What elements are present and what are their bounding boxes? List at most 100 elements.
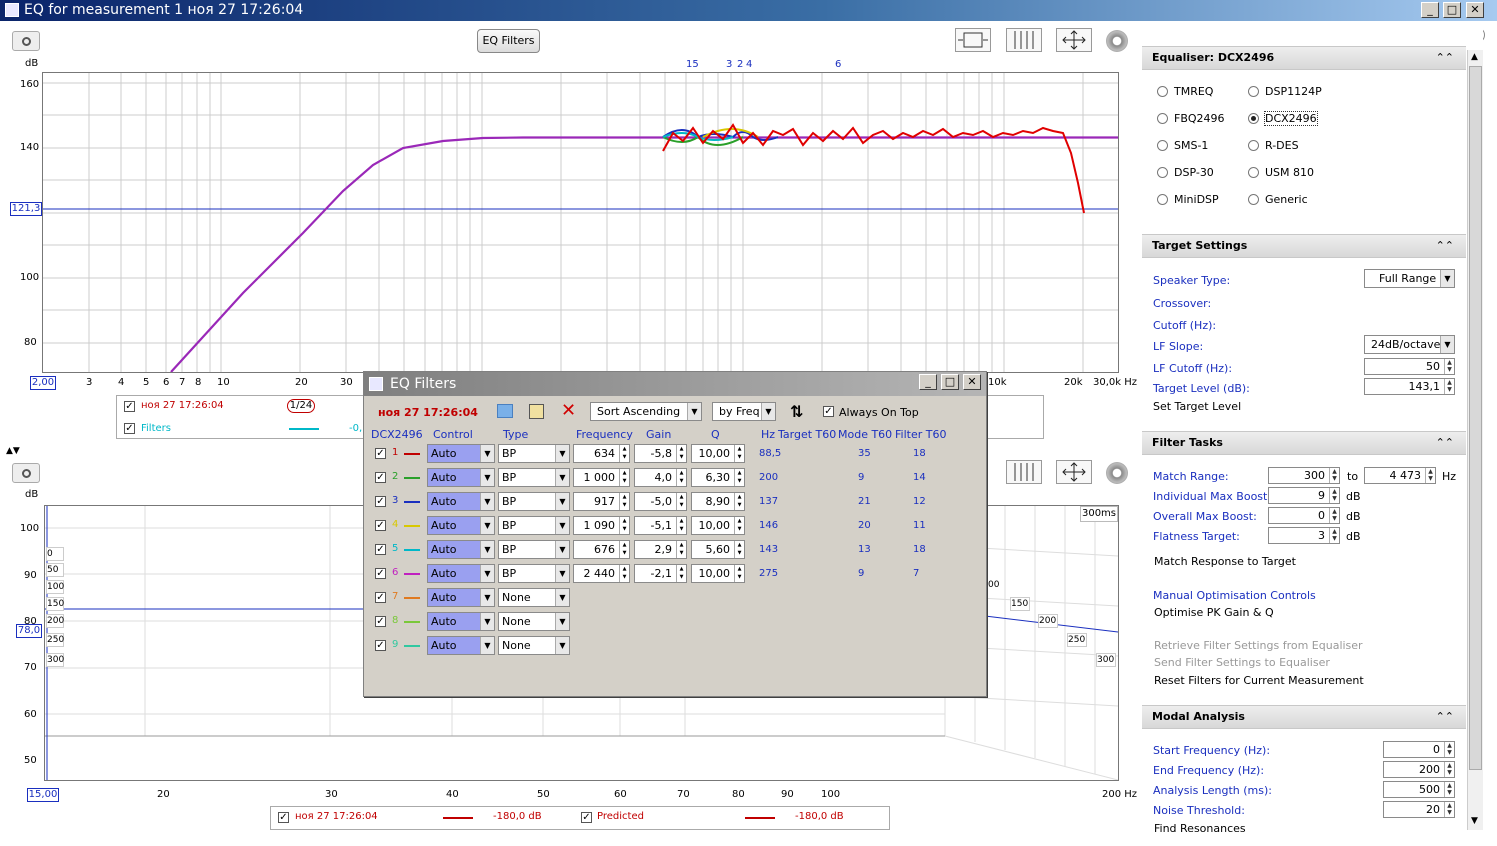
filter-type-select[interactable]: None ▼: [498, 612, 570, 631]
filter-gain-input[interactable]: -5,8 ▲ ▼: [634, 444, 687, 463]
sort-direction-icon[interactable]: ⇅: [790, 402, 803, 421]
filter-type-select[interactable]: BP ▼: [498, 516, 570, 535]
legend-checkbox[interactable]: ✓: [581, 812, 592, 823]
equaliser-radio[interactable]: [1248, 140, 1259, 151]
filter-enable-checkbox[interactable]: ✓: [375, 520, 386, 531]
delete-icon[interactable]: ✕: [561, 400, 576, 421]
filter-enable-checkbox[interactable]: ✓: [375, 640, 386, 651]
equaliser-radio[interactable]: [1157, 140, 1168, 151]
pan-arrows-icon[interactable]: [1056, 460, 1092, 484]
equaliser-radio[interactable]: [1248, 86, 1259, 97]
filter-control-select[interactable]: Auto ▼: [427, 540, 495, 559]
edit-icon[interactable]: [529, 404, 544, 419]
x-start-box[interactable]: 2,00: [30, 376, 56, 390]
reset-filters-button[interactable]: Reset Filters for Current Measurement: [1154, 674, 1364, 687]
filter-type-select[interactable]: None ▼: [498, 588, 570, 607]
match-range-from-input[interactable]: 300 ▲ ▼: [1268, 467, 1340, 484]
camera-icon[interactable]: [12, 463, 40, 483]
maximize-button[interactable]: □: [1443, 2, 1461, 18]
set-target-level-button[interactable]: Set Target Level: [1153, 400, 1241, 413]
filter-control-select[interactable]: Auto ▼: [427, 492, 495, 511]
filter-frequency-input[interactable]: 634 ▲ ▼: [573, 444, 630, 463]
gear-icon[interactable]: [1106, 462, 1128, 484]
target-level-box[interactable]: 121,3: [10, 202, 42, 216]
filter-enable-checkbox[interactable]: ✓: [375, 496, 386, 507]
filter-enable-checkbox[interactable]: ✓: [375, 592, 386, 603]
equaliser-radio[interactable]: [1157, 113, 1168, 124]
filter-control-select[interactable]: Auto ▼: [427, 468, 495, 487]
equaliser-radio[interactable]: [1248, 167, 1259, 178]
filter-type-select[interactable]: BP ▼: [498, 564, 570, 583]
target-level-input[interactable]: 143,1 ▲ ▼: [1364, 378, 1455, 395]
filter-q-input[interactable]: 8,90 ▲ ▼: [691, 492, 745, 511]
filter-type-select[interactable]: BP ▼: [498, 468, 570, 487]
filter-enable-checkbox[interactable]: ✓: [375, 448, 386, 459]
filter-control-select[interactable]: Auto ▼: [427, 564, 495, 583]
flatness-input[interactable]: 3 ▲ ▼: [1268, 527, 1340, 544]
folder-icon[interactable]: [497, 404, 513, 418]
filter-gain-input[interactable]: 4,0 ▲ ▼: [634, 468, 687, 487]
lf-slope-select[interactable]: 24dB/octave ▼: [1364, 335, 1455, 354]
filter-gain-input[interactable]: 2,9 ▲ ▼: [634, 540, 687, 559]
gear-icon[interactable]: [1106, 30, 1128, 52]
level-box[interactable]: 78,0: [16, 624, 42, 638]
filter-q-input[interactable]: 5,60 ▲ ▼: [691, 540, 745, 559]
filter-type-select[interactable]: BP ▼: [498, 444, 570, 463]
x-start-box[interactable]: 15,00: [27, 788, 59, 802]
filter-enable-checkbox[interactable]: ✓: [375, 472, 386, 483]
equaliser-radio[interactable]: [1248, 113, 1259, 124]
close-button[interactable]: ✕: [1466, 2, 1484, 18]
overall-boost-input[interactable]: 0 ▲ ▼: [1268, 507, 1340, 524]
filter-control-select[interactable]: Auto ▼: [427, 636, 495, 655]
filter-q-input[interactable]: 6,30 ▲ ▼: [691, 468, 745, 487]
match-response-button[interactable]: Match Response to Target: [1154, 555, 1296, 568]
modal-analysis-header[interactable]: Modal Analysis ⌃⌃: [1142, 705, 1466, 729]
filter-gain-input[interactable]: -5,1 ▲ ▼: [634, 516, 687, 535]
filter-gain-input[interactable]: -5,0 ▲ ▼: [634, 492, 687, 511]
smoothing-badge[interactable]: 1/24: [287, 399, 315, 413]
filter-frequency-input[interactable]: 1 090 ▲ ▼: [573, 516, 630, 535]
equaliser-radio[interactable]: [1157, 167, 1168, 178]
fit-width-icon[interactable]: [955, 28, 991, 52]
legend-checkbox[interactable]: ✓: [124, 401, 135, 412]
minimize-button[interactable]: _: [1421, 2, 1439, 18]
filter-frequency-input[interactable]: 2 440 ▲ ▼: [573, 564, 630, 583]
scroll-up-icon[interactable]: ▲: [1471, 52, 1478, 62]
send-button[interactable]: Send Filter Settings to Equaliser: [1154, 656, 1330, 669]
filter-frequency-input[interactable]: 676 ▲ ▼: [573, 540, 630, 559]
equaliser-radio[interactable]: [1248, 194, 1259, 205]
maximize-button[interactable]: □: [941, 374, 959, 390]
pan-arrows-icon[interactable]: [1056, 28, 1092, 52]
optimise-button[interactable]: Optimise PK Gain & Q: [1154, 606, 1274, 619]
filter-q-input[interactable]: 10,00 ▲ ▼: [691, 444, 745, 463]
filter-type-select[interactable]: BP ▼: [498, 492, 570, 511]
length-input[interactable]: 500 ▲ ▼: [1383, 781, 1455, 798]
eq-filters-button[interactable]: EQ Filters: [477, 29, 540, 53]
grid-icon[interactable]: [1006, 28, 1042, 52]
splitter-arrows-icon[interactable]: ▲▼: [6, 446, 20, 456]
filter-type-select[interactable]: None ▼: [498, 636, 570, 655]
filter-enable-checkbox[interactable]: ✓: [375, 616, 386, 627]
legend-checkbox[interactable]: ✓: [278, 812, 289, 823]
filter-enable-checkbox[interactable]: ✓: [375, 568, 386, 579]
filter-gain-input[interactable]: -2,1 ▲ ▼: [634, 564, 687, 583]
speaker-type-select[interactable]: Full Range ▼: [1364, 269, 1455, 288]
legend-checkbox[interactable]: ✓: [124, 423, 135, 434]
scroll-thumb[interactable]: [1469, 66, 1482, 770]
right-scrollbar[interactable]: ▲ ▼: [1467, 50, 1483, 830]
sort-select[interactable]: Sort Ascending ▼: [590, 402, 702, 421]
sort-by-select[interactable]: by Freq ▼: [712, 402, 776, 421]
find-resonances-button[interactable]: Find Resonances: [1154, 822, 1246, 835]
match-range-to-input[interactable]: 4 473 ▲ ▼: [1364, 467, 1436, 484]
filter-type-select[interactable]: BP ▼: [498, 540, 570, 559]
end-freq-input[interactable]: 200 ▲ ▼: [1383, 761, 1455, 778]
equaliser-radio[interactable]: [1157, 86, 1168, 97]
filter-control-select[interactable]: Auto ▼: [427, 444, 495, 463]
frequency-response-plot[interactable]: [42, 72, 1119, 373]
close-button[interactable]: ✕: [963, 374, 981, 390]
ind-boost-input[interactable]: 9 ▲ ▼: [1268, 487, 1340, 504]
start-freq-input[interactable]: 0 ▲ ▼: [1383, 741, 1455, 758]
target-settings-header[interactable]: Target Settings ⌃⌃: [1142, 234, 1466, 258]
filter-enable-checkbox[interactable]: ✓: [375, 544, 386, 555]
camera-icon[interactable]: [12, 31, 40, 51]
